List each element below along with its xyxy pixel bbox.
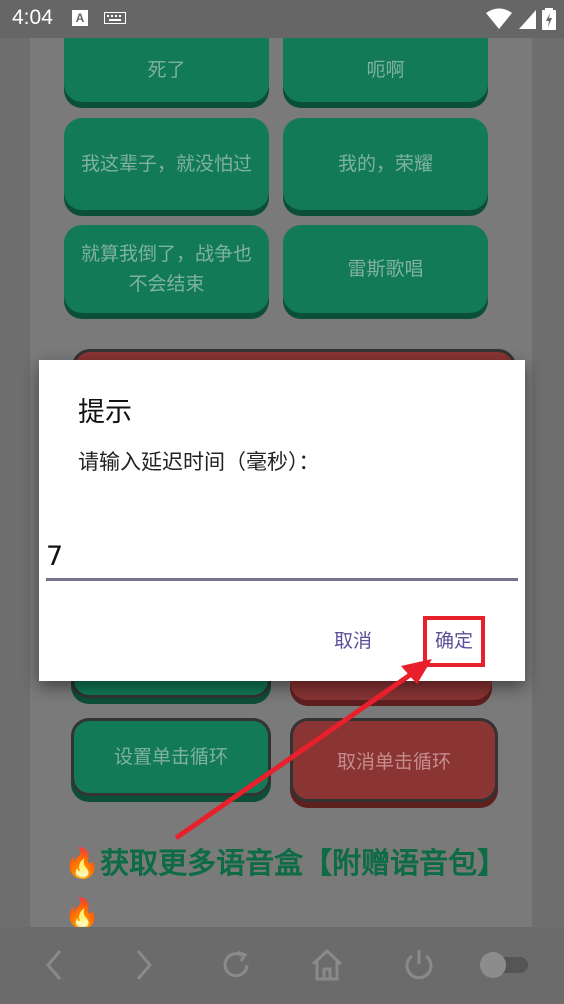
annotation-arrow [174, 659, 432, 841]
